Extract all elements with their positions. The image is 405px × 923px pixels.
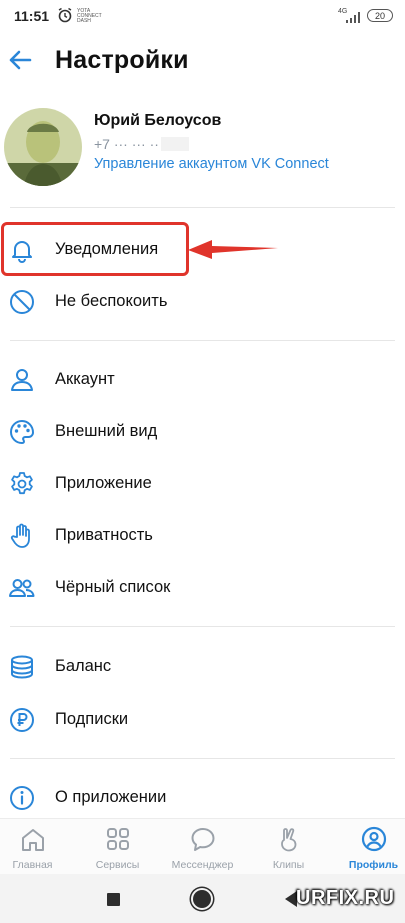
profile-card[interactable]: Юрий Белоусов +7 ··· ··· ·· Управление а… (0, 98, 405, 198)
settings-item-subscriptions[interactable]: Подписки (0, 694, 405, 746)
user-icon (11, 369, 33, 391)
settings-item-label: Приватность (55, 526, 153, 544)
settings-item-label: Внешний вид (55, 422, 158, 440)
divider (10, 207, 395, 208)
messenger-icon (191, 828, 215, 851)
settings-item-label: О приложении (55, 788, 167, 806)
settings-item-balance[interactable]: Баланс (0, 641, 405, 693)
profile-phone: +7 ··· ··· ·· (94, 136, 189, 152)
tab-home[interactable]: Главная (0, 819, 73, 875)
profile-name: Юрий Белоусов (94, 112, 222, 129)
highlight-box (1, 222, 189, 276)
settings-item-app[interactable]: Приложение (0, 458, 405, 510)
home-button-icon[interactable] (193, 890, 211, 908)
profile-icon (361, 826, 387, 852)
tab-label: Профиль (348, 859, 399, 871)
tab-services[interactable]: Сервисы (77, 819, 158, 875)
settings-item-account[interactable]: Аккаунт (0, 354, 405, 406)
divider (10, 758, 395, 759)
do-not-disturb-icon (10, 290, 34, 314)
services-icon (107, 828, 129, 850)
settings-item-label: Приложение (55, 474, 152, 492)
hand-icon (10, 523, 30, 548)
arrow-left-icon[interactable] (6, 46, 34, 74)
tab-label: Клипы (272, 859, 305, 871)
watermark: URFIX.RU (296, 887, 395, 909)
settings-item-label: Подписки (55, 710, 129, 728)
carrier-text: YOTA CONNECT DASH (77, 8, 102, 24)
clips-icon (281, 828, 297, 852)
avatar[interactable] (4, 108, 82, 186)
recent-apps-icon[interactable] (107, 893, 120, 906)
settings-item-privacy[interactable]: Приватность (0, 510, 405, 562)
users-icon (9, 579, 35, 597)
tab-label: Главная (12, 859, 53, 871)
alarm-icon (58, 7, 72, 23)
tab-label: Сервисы (95, 859, 140, 871)
info-icon (10, 786, 34, 810)
pointer-arrow-icon (188, 240, 278, 259)
tab-profile[interactable]: Профиль (333, 819, 405, 875)
settings-item-label: Не беспокоить (55, 292, 168, 310)
gear-icon (11, 472, 33, 495)
status-time: 11:51 (14, 8, 50, 24)
tab-messenger[interactable]: Мессенджер (162, 819, 243, 875)
settings-item-label: Аккаунт (55, 370, 115, 388)
divider (10, 626, 395, 627)
app-bar: Настройки (0, 32, 405, 88)
settings-item-label: Чёрный список (55, 578, 171, 596)
home-icon (22, 829, 44, 851)
battery-indicator: 20 (367, 9, 393, 22)
ruble-icon (10, 708, 34, 732)
coins-icon (11, 655, 33, 679)
divider (10, 340, 395, 341)
settings-item-appearance[interactable]: Внешний вид (0, 406, 405, 458)
tab-clips[interactable]: Клипы (248, 819, 329, 875)
tab-label: Мессенджер (171, 859, 234, 871)
bottom-tab-bar: Главная Сервисы Мессенджер Клипы Профиль (0, 818, 405, 875)
settings-item-do-not-disturb[interactable]: Не беспокоить (0, 276, 405, 328)
settings-item-blacklist[interactable]: Чёрный список (0, 562, 405, 614)
page-title: Настройки (55, 46, 189, 74)
palette-icon (10, 419, 35, 445)
signal-icon (346, 12, 360, 23)
settings-item-label: Баланс (55, 657, 112, 675)
manage-account-link[interactable]: Управление аккаунтом VK Connect (94, 156, 329, 172)
status-bar: 11:51 YOTA CONNECT DASH 4G 20 (0, 0, 405, 32)
settings-item-about[interactable]: О приложении (0, 772, 405, 824)
